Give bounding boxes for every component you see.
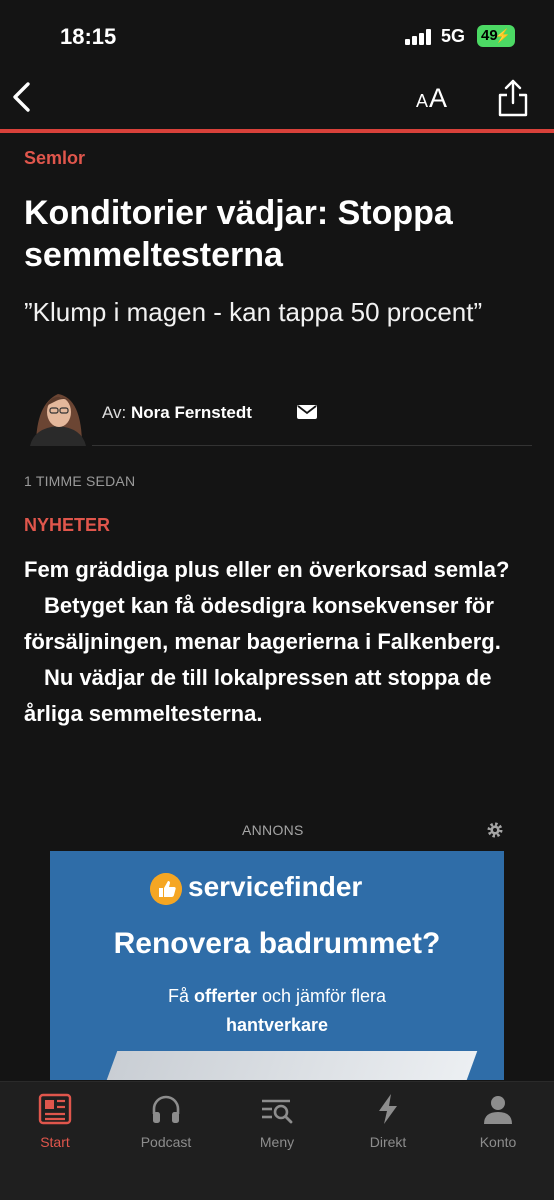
ad-sub-prefix: Få — [167, 986, 194, 1006]
ad-bathroom-image — [102, 1051, 478, 1080]
byline-text: Av: Nora Fernstedt — [102, 403, 252, 423]
menu-search-icon — [262, 1099, 293, 1124]
lightning-icon — [379, 1094, 397, 1124]
mail-icon[interactable] — [297, 404, 317, 420]
status-bar: 18:15 5G 49 ⚡ — [0, 0, 554, 70]
tab-label: Konto — [479, 1134, 517, 1150]
text-size-button[interactable]: A A — [414, 83, 454, 114]
article-subheadline: ”Klump i magen - kan tappa 50 procent” — [24, 297, 483, 327]
tab-start[interactable]: Start — [0, 1082, 110, 1162]
author-avatar[interactable] — [24, 376, 92, 446]
battery-icon: 49 ⚡ — [477, 25, 515, 47]
gear-icon[interactable] — [486, 821, 504, 839]
ad-label: ANNONS — [242, 822, 304, 838]
article-timestamp: 1 TIMME SEDAN — [24, 473, 136, 489]
tab-direkt[interactable]: Direkt — [333, 1082, 443, 1162]
lead-paragraph-2: Betyget kan få ödesdigra konsekvenser fö… — [24, 593, 501, 654]
byline-prefix: Av: — [102, 403, 127, 422]
author-name[interactable]: Nora Fernstedt — [131, 403, 252, 422]
headphones-icon — [152, 1095, 180, 1123]
article-lead: Fem gräddiga plus eller en överkorsad se… — [24, 552, 544, 732]
tab-label: Meny — [259, 1134, 295, 1150]
text-size-large-label: A — [429, 83, 448, 113]
person-icon — [484, 1096, 512, 1124]
bottom-tab-bar: Start Podcast Meny Direkt Konto — [0, 1081, 554, 1200]
back-chevron-icon[interactable] — [10, 80, 34, 114]
status-time: 18:15 — [60, 24, 117, 49]
text-size-small-label: A — [416, 91, 429, 111]
tab-meny[interactable]: Meny — [222, 1082, 332, 1162]
article-kicker[interactable]: Semlor — [24, 148, 85, 169]
ad-title: Renovera badrummet? — [113, 927, 441, 960]
ad-subtitle: Få offerter och jämför flera — [50, 986, 504, 1007]
tab-label: Direkt — [369, 1134, 407, 1150]
tab-label: Start — [40, 1134, 70, 1150]
share-icon[interactable] — [497, 78, 529, 118]
ad-brand-name: servicefinder — [188, 871, 363, 902]
signal-icon — [405, 29, 435, 45]
newspaper-icon — [38, 1093, 72, 1125]
ad-subtitle-line2: hantverkare — [225, 1015, 329, 1035]
tab-konto[interactable]: Konto — [443, 1082, 553, 1162]
tab-podcast[interactable]: Podcast — [111, 1082, 221, 1162]
lead-paragraph-3: Nu vädjar de till lokalpressen att stopp… — [24, 665, 492, 726]
ad-sub-bold: offerter — [193, 986, 257, 1006]
ad-banner[interactable]: servicefinder Renovera badrummet? Få off… — [50, 851, 504, 1080]
lead-paragraph-1: Fem gräddiga plus eller en överkorsad se… — [24, 557, 510, 582]
ad-sub-suffix: och jämför flera — [256, 986, 387, 1006]
section-label[interactable]: NYHETER — [24, 515, 110, 536]
charging-bolt-icon: ⚡ — [494, 28, 511, 43]
article-headline: Konditorier vädjar: Stoppa semmeltestern… — [24, 194, 453, 274]
thumbs-up-icon — [150, 873, 182, 905]
network-type: 5G — [441, 26, 466, 46]
tab-label: Podcast — [140, 1134, 192, 1150]
app-bar: A A — [0, 70, 554, 130]
header-divider — [0, 129, 554, 133]
byline: Av: Nora Fernstedt — [24, 376, 532, 446]
